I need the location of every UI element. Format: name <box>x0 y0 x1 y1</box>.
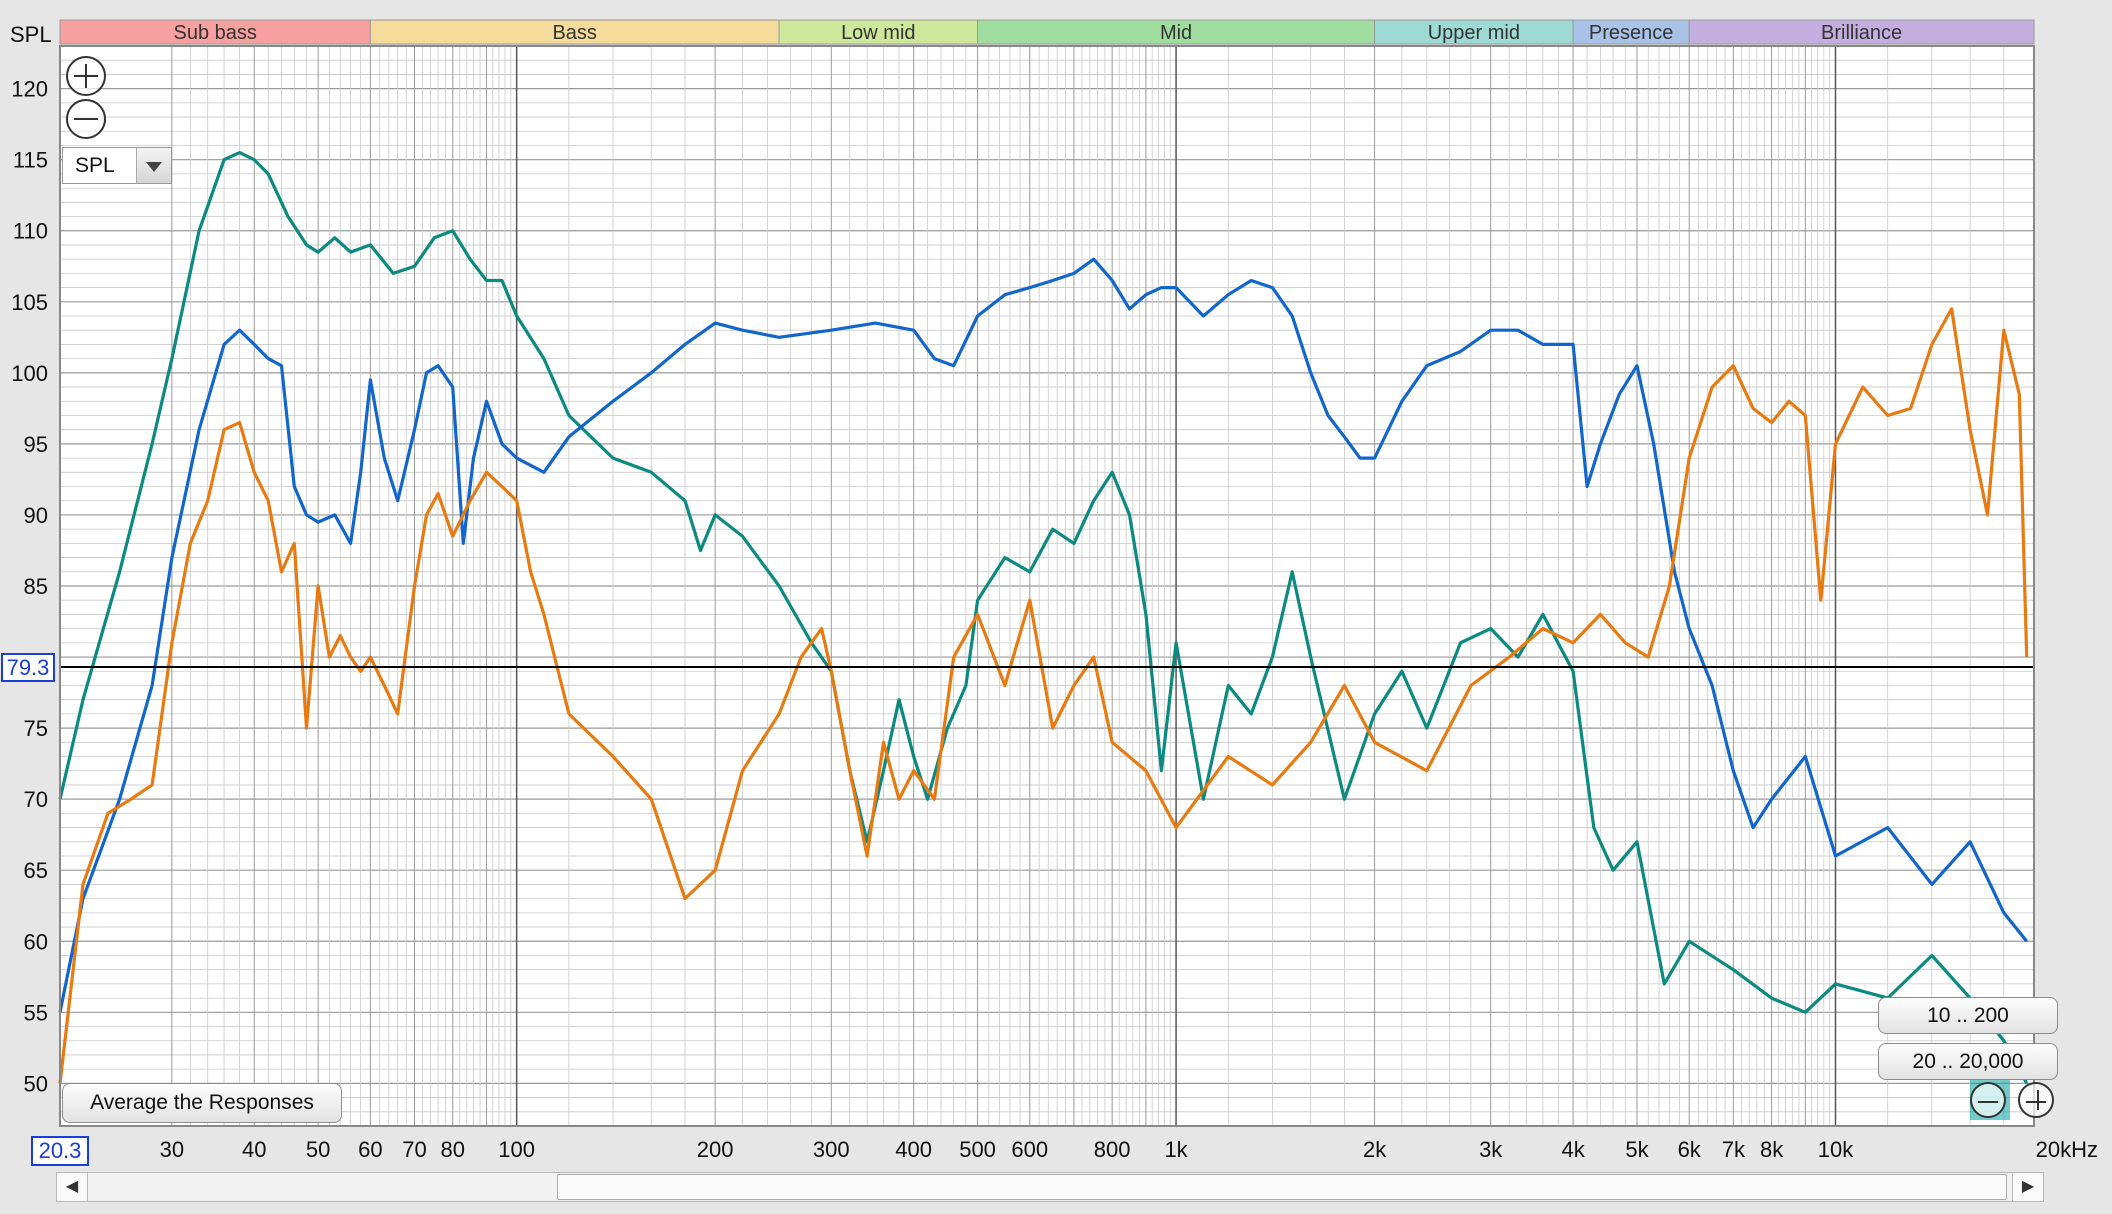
y-tick-label: 95 <box>24 432 48 457</box>
scroll-right-icon[interactable]: ▶ <box>2012 1173 2043 1201</box>
band-label: Brilliance <box>1821 22 1902 44</box>
y-tick-label: 60 <box>24 929 48 954</box>
x-tick-label: 1k <box>1164 1137 1188 1162</box>
x-tick-label: 3k <box>1479 1137 1503 1162</box>
frequency-response-chart[interactable]: Sub bass Bass Low mid Mid Upper mid Presence B… <box>0 0 2112 1214</box>
x-tick-label: 80 <box>441 1137 465 1162</box>
band-label: Mid <box>1160 22 1192 44</box>
x-tick-label: 2k <box>1363 1137 1387 1162</box>
horizontal-zoom-out-icon[interactable] <box>1970 1082 2006 1118</box>
x-tick-label: 50 <box>306 1137 330 1162</box>
x-tick-label: 6k <box>1678 1137 1702 1162</box>
measurement-select[interactable]: SPL <box>62 147 172 184</box>
zoom-in-icon[interactable] <box>66 56 106 96</box>
x-tick-label: 800 <box>1094 1137 1131 1162</box>
x-tick-label: 100 <box>498 1137 535 1162</box>
average-responses-button[interactable]: Average the Responses <box>62 1083 342 1123</box>
y-tick-label: 85 <box>24 574 48 599</box>
x-tick-label: 20kHz <box>2036 1137 2098 1162</box>
y-tick-label: 110 <box>13 219 48 244</box>
x-tick-label: 500 <box>959 1137 996 1162</box>
x-tick-label: 5k <box>1625 1137 1649 1162</box>
chevron-down-icon[interactable] <box>136 148 171 183</box>
band-label: Low mid <box>841 22 915 44</box>
x-tick-label: 7k <box>1722 1137 1746 1162</box>
select-value: SPL <box>75 154 115 177</box>
frequency-band-header: Sub bass Bass Low mid Mid Upper mid Presence B… <box>59 19 2035 45</box>
y-tick-label: 90 <box>24 503 48 528</box>
x-tick-label: 4k <box>1561 1137 1585 1162</box>
cursor-value-box[interactable]: 79.3 <box>1 653 55 682</box>
range-20-20000-button[interactable]: 20 .. 20,000 <box>1878 1043 2058 1080</box>
y-tick-label: 120 <box>11 77 48 102</box>
x-tick-label: 200 <box>697 1137 734 1162</box>
x-tick-label: 400 <box>895 1137 932 1162</box>
x-tick-label: 30 <box>160 1137 184 1162</box>
y-axis-title: SPL <box>10 22 52 47</box>
x-tick-label: 600 <box>1011 1137 1048 1162</box>
y-tick-label: 70 <box>24 787 48 812</box>
x-tick-label: 300 <box>813 1137 850 1162</box>
y-tick-label: 65 <box>24 858 48 883</box>
horizontal-scrollbar[interactable]: ◀ ▶ <box>56 1172 2044 1202</box>
y-tick-label: 105 <box>11 290 48 315</box>
band-label: Upper mid <box>1428 22 1520 44</box>
x-tick-label: 8k <box>1760 1137 1784 1162</box>
y-tick-label: 115 <box>13 148 48 173</box>
band-label: Bass <box>552 22 596 44</box>
x-tick-label: 70 <box>402 1137 426 1162</box>
x-tick-label: 60 <box>358 1137 382 1162</box>
x-tick-label: 10k <box>1818 1137 1854 1162</box>
zoom-out-icon[interactable] <box>66 99 106 139</box>
band-label: Sub bass <box>173 22 256 44</box>
y-axis-ticks: 50 55 60 65 70 75 85 90 95 100 105 110 115 120 <box>11 77 48 1097</box>
scroll-left-icon[interactable]: ◀ <box>57 1173 88 1201</box>
y-tick-label: 75 <box>24 716 48 741</box>
range-10-200-button[interactable]: 10 .. 200 <box>1878 997 2058 1034</box>
x-axis-ticks: 30 40 50 60 70 80 100 200 300 400 500 600 800 1k 2k 3k 4… <box>160 1137 2098 1162</box>
y-tick-label: 55 <box>24 1000 48 1025</box>
horizontal-zoom-in-icon[interactable] <box>2018 1082 2054 1118</box>
x-min-value-box[interactable]: 20.3 <box>31 1136 89 1166</box>
x-tick-label: 40 <box>242 1137 266 1162</box>
scroll-thumb[interactable] <box>557 1174 2007 1200</box>
band-label: Presence <box>1589 22 1674 44</box>
y-tick-label: 50 <box>24 1071 48 1096</box>
y-tick-label: 100 <box>11 361 48 386</box>
